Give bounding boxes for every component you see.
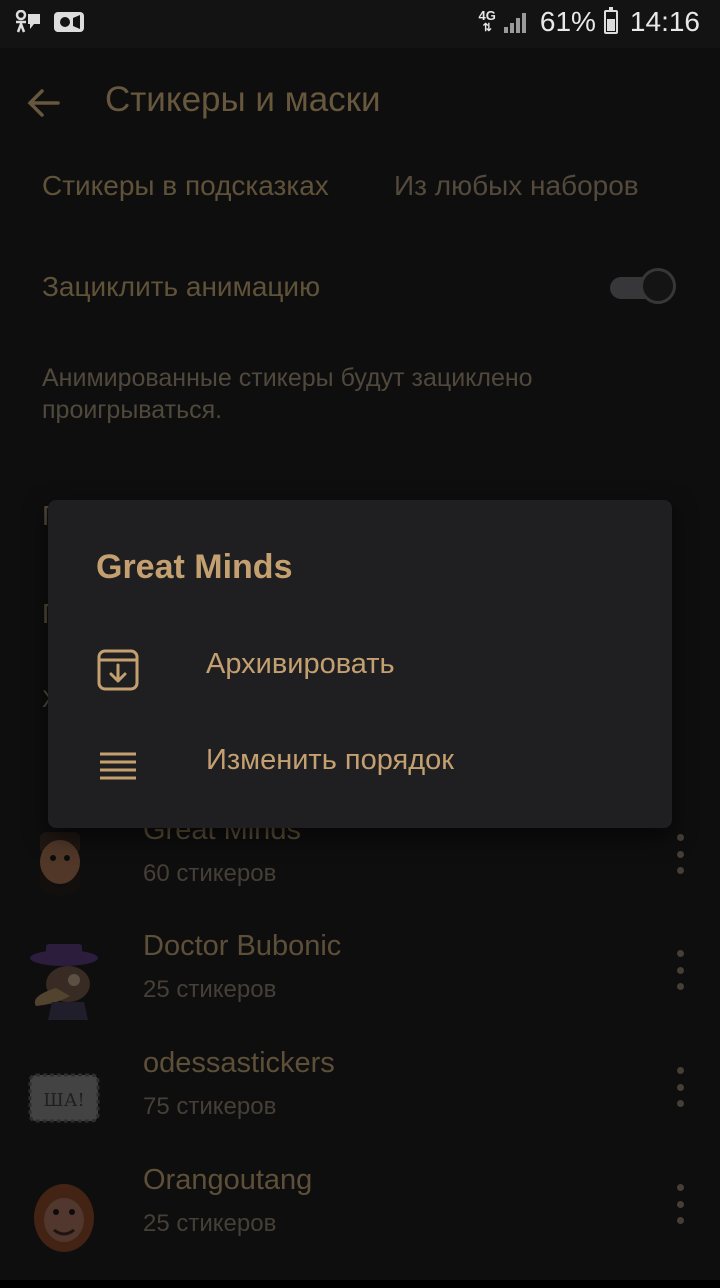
video-camera-icon <box>54 12 84 32</box>
reorder-icon <box>100 752 136 780</box>
archive-menu-item[interactable]: Архивировать <box>48 620 672 716</box>
ok-app-icon <box>15 10 40 33</box>
archive-icon <box>97 649 139 691</box>
dialog-title: Great Minds <box>96 548 293 586</box>
clock: 14:16 <box>629 6 700 37</box>
status-bar: 4G ⇅ 61% 14:16 <box>0 0 720 48</box>
reorder-menu-item[interactable]: Изменить порядок <box>48 716 672 812</box>
battery-percent: 61% <box>539 6 596 37</box>
pack-options-dialog: Great Minds Архивировать Изменить порядо… <box>48 500 672 828</box>
archive-label: Архивировать <box>206 648 395 680</box>
reorder-label: Изменить порядок <box>206 744 454 776</box>
screen: 4G ⇅ 61% 14:16 Стикеры и маски Стикеры в… <box>0 0 720 1280</box>
network-type: 4G ⇅ <box>478 8 496 34</box>
battery-icon <box>603 7 618 34</box>
signal-icon <box>503 11 526 33</box>
